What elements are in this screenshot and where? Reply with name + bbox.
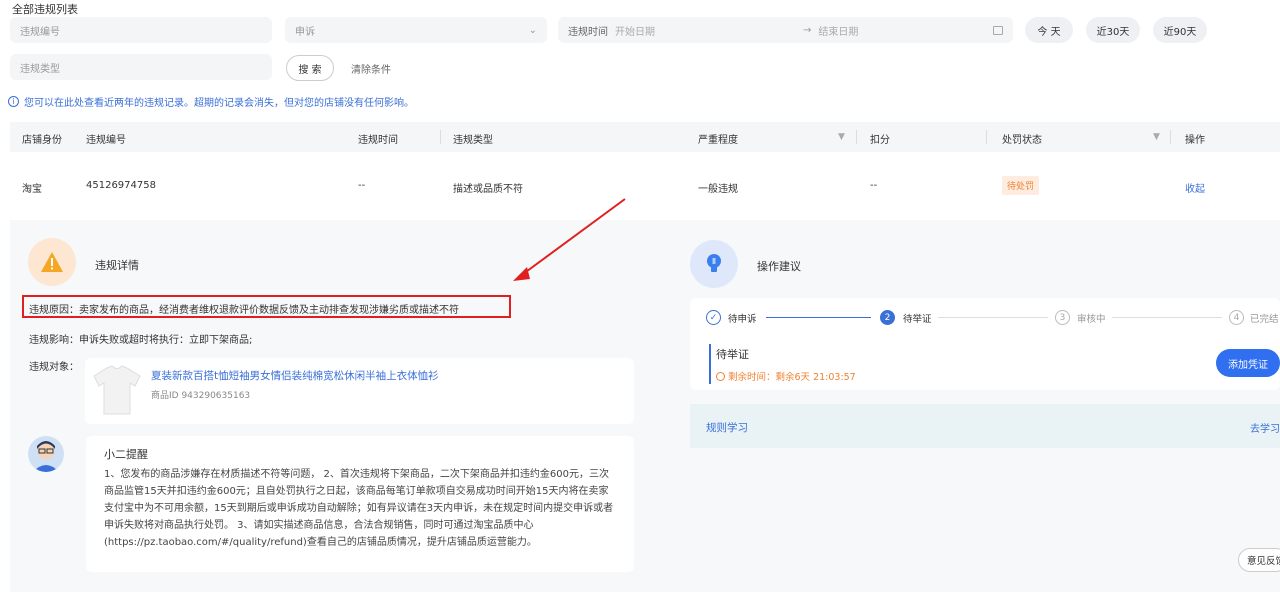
violation-impact: 违规影响：申诉失败或超时将执行：立即下架商品; bbox=[29, 335, 253, 346]
reminder-title: 小二提醒 bbox=[104, 448, 148, 461]
product-title-link[interactable]: 夏装新款百搭t恤短袖男女情侣装纯棉宽松休闲半袖上衣体恤衫 bbox=[151, 368, 439, 383]
th-shop: 店铺身份 bbox=[22, 135, 62, 146]
status-filter-icon[interactable]: ▼ bbox=[1153, 132, 1160, 142]
cell-points: -- bbox=[870, 180, 878, 191]
table-header: 店铺身份 违规编号 违规时间 违规类型 严重程度 ▼ 扣分 处罚状态 ▼ 操作 bbox=[10, 122, 1280, 152]
current-step-title: 待举证 bbox=[716, 348, 749, 361]
notice-bar: i 您可以在此处查看近两年的违规记录。超期的记录会消失，但对您的店铺没有任何影响… bbox=[8, 94, 414, 109]
th-points: 扣分 bbox=[870, 135, 890, 146]
time-label: 违规时间 bbox=[568, 26, 608, 38]
lightbulb-icon bbox=[690, 240, 738, 288]
violation-type-input[interactable]: 违规类型 bbox=[10, 54, 272, 80]
step-connector bbox=[1112, 317, 1222, 318]
assistant-avatar bbox=[28, 436, 64, 472]
appeal-select[interactable]: 申诉 ⌄ bbox=[285, 17, 547, 43]
rule-study-label: 规则学习 bbox=[706, 422, 748, 434]
th-time: 违规时间 bbox=[358, 135, 398, 146]
step-done-check-icon: ✓ bbox=[706, 310, 721, 325]
th-action: 操作 bbox=[1185, 135, 1205, 146]
notice-text: 您可以在此处查看近两年的违规记录。超期的记录会消失，但对您的店铺没有任何影响。 bbox=[24, 98, 414, 109]
reminder-body: 1、您发布的商品涉嫌存在材质描述不符等问题， 2、首次违规将下架商品，二次下架商… bbox=[104, 469, 614, 548]
page-title: 全部违规列表 bbox=[12, 3, 78, 16]
step-1-label: 待申诉 bbox=[728, 314, 757, 325]
step-4-number: 4 bbox=[1229, 310, 1244, 325]
column-divider bbox=[1170, 130, 1171, 144]
collapse-link[interactable]: 收起 bbox=[1185, 180, 1205, 195]
violation-no-input[interactable]: 违规编号 bbox=[10, 17, 272, 43]
annotation-arrow-icon bbox=[513, 198, 626, 281]
last-30-days-button[interactable]: 近30天 bbox=[1086, 17, 1140, 43]
violation-target-label: 违规对象： bbox=[29, 362, 79, 373]
arrow-right-icon: → bbox=[803, 24, 812, 36]
countdown: 剩余时间：剩余6天 21:03:57 bbox=[716, 369, 856, 383]
clear-filters-link[interactable]: 清除条件 bbox=[351, 61, 391, 76]
advice-title: 操作建议 bbox=[757, 260, 801, 273]
search-button[interactable]: 搜 索 bbox=[286, 55, 334, 81]
th-type: 违规类型 bbox=[453, 135, 493, 146]
step-3-number: 3 bbox=[1055, 310, 1070, 325]
detail-title: 违规详情 bbox=[95, 259, 139, 272]
th-no: 违规编号 bbox=[86, 135, 126, 146]
step-2-label: 待举证 bbox=[903, 314, 932, 325]
cell-type: 描述或品质不符 bbox=[453, 184, 523, 195]
current-step-marker bbox=[709, 344, 711, 384]
column-divider bbox=[856, 130, 857, 144]
chevron-down-icon: ⌄ bbox=[528, 24, 537, 36]
today-button[interactable]: 今 天 bbox=[1025, 17, 1073, 43]
step-4-label: 已完结 bbox=[1250, 314, 1279, 325]
feedback-button[interactable]: 意见反馈 bbox=[1238, 548, 1280, 572]
step-connector bbox=[766, 317, 871, 318]
severity-filter-icon[interactable]: ▼ bbox=[838, 132, 845, 142]
rule-study-bar bbox=[690, 404, 1280, 448]
step-connector bbox=[938, 317, 1048, 318]
status-badge: 待处罚 bbox=[1002, 176, 1040, 195]
clock-icon bbox=[716, 371, 725, 381]
cell-no: 45126974758 bbox=[86, 180, 156, 191]
go-study-link[interactable]: 去学习 bbox=[1250, 420, 1280, 435]
start-date-input[interactable]: 开始日期 bbox=[615, 23, 655, 38]
step-3-label: 审核中 bbox=[1077, 314, 1106, 325]
column-divider bbox=[986, 130, 987, 144]
reason-text: 卖家发布的商品，经消费者维权退款评价数据反馈及主动排查发现涉嫌劣质或描述不符 bbox=[79, 305, 459, 316]
column-divider bbox=[440, 130, 441, 144]
tshirt-image bbox=[92, 364, 142, 416]
product-id: 商品ID 943290635163 bbox=[151, 391, 251, 401]
appeal-select-value: 申诉 bbox=[295, 26, 315, 38]
step-2-number: 2 bbox=[880, 310, 895, 325]
date-range-picker[interactable]: 违规时间 开始日期 → 结束日期 bbox=[558, 17, 1013, 43]
cell-severity: 一般违规 bbox=[698, 184, 738, 195]
calendar-icon bbox=[993, 25, 1003, 35]
last-90-days-button[interactable]: 近90天 bbox=[1153, 17, 1207, 43]
warning-icon bbox=[28, 238, 76, 286]
countdown-text: 剩余时间：剩余6天 21:03:57 bbox=[728, 372, 856, 383]
th-status: 处罚状态 bbox=[1002, 135, 1042, 146]
th-severity: 严重程度 bbox=[698, 135, 738, 146]
cell-time: -- bbox=[358, 180, 366, 191]
reason-label: 违规原因： bbox=[29, 305, 79, 316]
info-icon: i bbox=[8, 96, 19, 107]
end-date-input[interactable]: 结束日期 bbox=[818, 23, 858, 38]
violation-reason: 违规原因：卖家发布的商品，经消费者维权退款评价数据反馈及主动排查发现涉嫌劣质或描… bbox=[29, 301, 459, 316]
cell-shop: 淘宝 bbox=[22, 184, 42, 195]
add-evidence-button[interactable]: 添加凭证 bbox=[1216, 349, 1280, 377]
